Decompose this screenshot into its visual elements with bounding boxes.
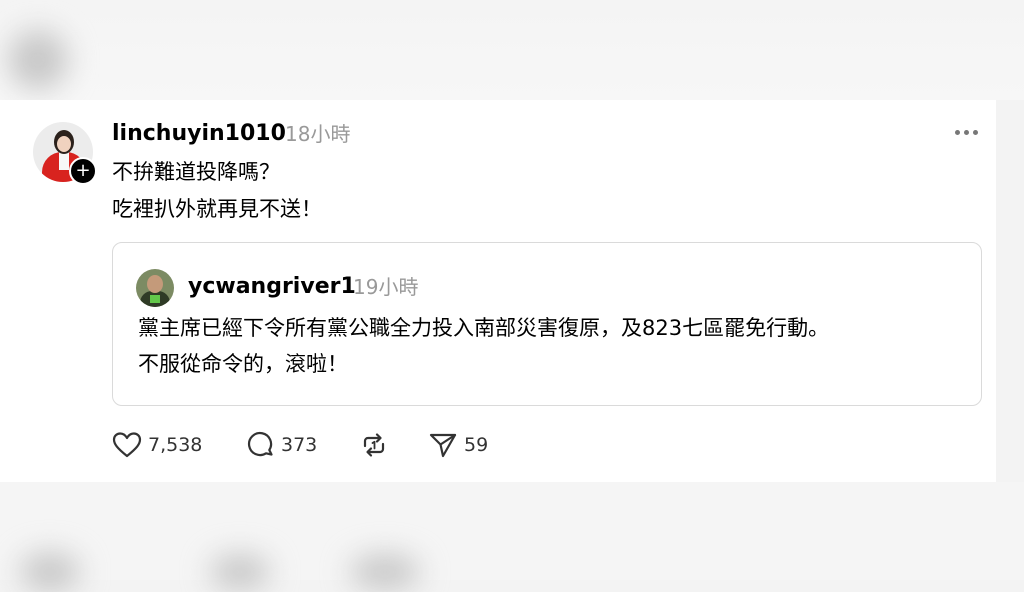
quoted-author-username[interactable]: ycwangriver1 (188, 273, 356, 301)
repost-button[interactable] (359, 430, 389, 460)
blurred-shape (210, 554, 270, 590)
quoted-post-timestamp[interactable]: 19小時 (353, 273, 418, 301)
post-text-line-1: 不拚難道投降嗎？ (112, 160, 280, 184)
blurred-background-bottom (0, 482, 1024, 592)
send-icon (429, 433, 457, 458)
blurred-shape (350, 554, 420, 590)
quoted-text-line-2: 不服從命令的，滾啦！ (138, 352, 348, 376)
reply-count: 373 (281, 434, 318, 456)
like-count: 7,538 (148, 434, 203, 456)
reply-button[interactable]: 373 (247, 430, 317, 460)
post-text-line-2: 吃裡扒外就再見不送！ (112, 197, 322, 221)
share-count: 59 (464, 434, 489, 456)
blurred-avatar (8, 30, 68, 90)
more-options-icon[interactable] (953, 128, 981, 138)
post-timestamp[interactable]: 18小時 (285, 120, 350, 148)
share-button[interactable]: 59 (428, 430, 488, 460)
quoted-text-line-1: 黨主席已經下令所有黨公職全力投入南部災害復原，及823七區罷免行動。 (138, 316, 830, 340)
blurred-shape (20, 552, 80, 592)
author-username[interactable]: linchuyin1010 (112, 120, 286, 148)
repost-icon (363, 433, 385, 457)
like-button[interactable]: 7,538 (112, 430, 202, 460)
quoted-author-avatar[interactable] (136, 269, 174, 307)
comment-icon (247, 431, 273, 457)
blurred-background-top (0, 0, 1024, 100)
follow-button[interactable]: + (69, 157, 97, 185)
heart-icon (112, 432, 142, 458)
